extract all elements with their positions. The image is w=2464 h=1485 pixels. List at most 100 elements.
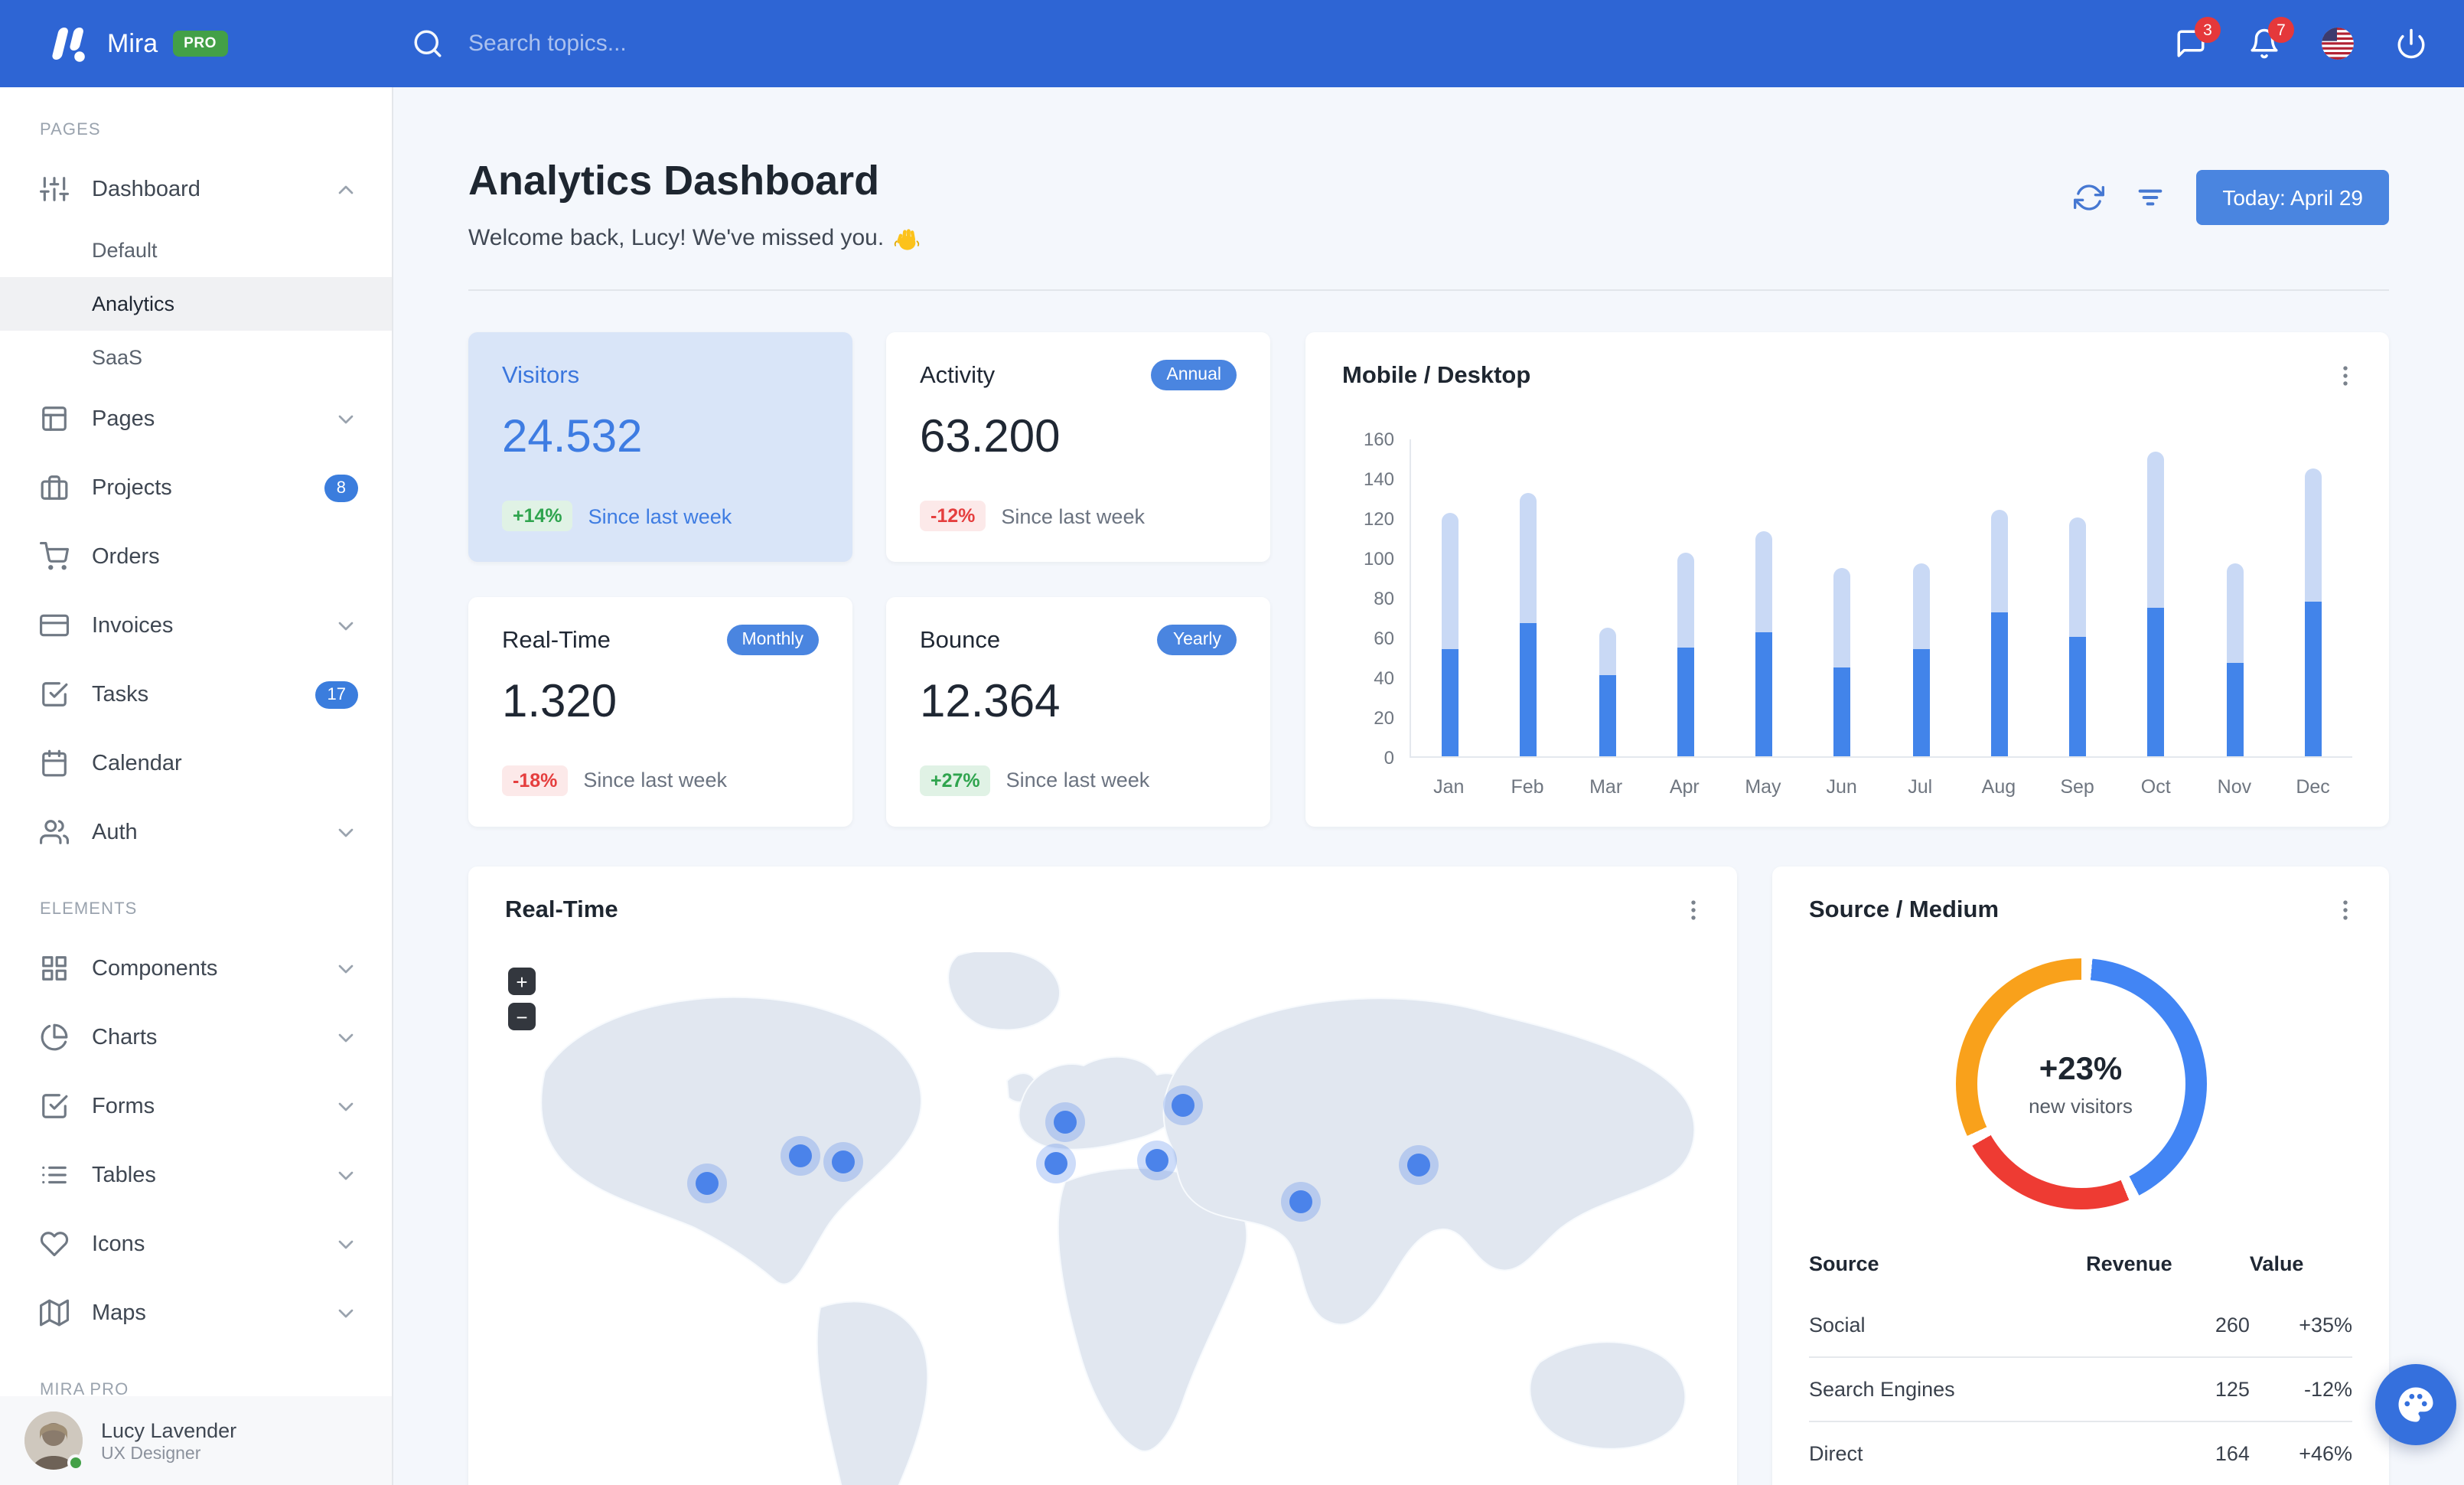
sidebar-item-pages[interactable]: Pages xyxy=(0,384,392,453)
sidebar-nav: PAGES Dashboard Default Analytics SaaS Pages P… xyxy=(0,87,392,1415)
date-button[interactable]: Today: April 29 xyxy=(2196,170,2389,225)
map-north-america xyxy=(540,996,922,1285)
y-tick: 60 xyxy=(1374,628,1394,649)
more-vertical-icon[interactable] xyxy=(2326,891,2365,929)
logout-button[interactable] xyxy=(2395,28,2427,60)
zoom-in-button[interactable]: + xyxy=(508,968,536,995)
delta-badge: +14% xyxy=(502,501,573,531)
sidebar-item-tasks[interactable]: Tasks 17 xyxy=(0,660,392,729)
navbar-actions: 3 7 xyxy=(2175,17,2464,60)
stat-card-header: Activity Annual xyxy=(920,360,1237,390)
chevron-down-icon xyxy=(334,406,358,431)
bar-mobile-segment xyxy=(1833,667,1851,756)
search-input[interactable] xyxy=(465,29,924,58)
cell-revenue: 164 xyxy=(2086,1421,2250,1485)
bar-mobile-segment xyxy=(1990,612,2008,756)
bottom-grid: Real-Time + − Source / Medium +23% new v… xyxy=(468,867,2389,1485)
top-navbar: Mira PRO 3 7 xyxy=(0,0,2464,87)
mobile-desktop-card: Mobile / Desktop 0 20 40 60 80 100 120 140 160 J… xyxy=(1305,332,2389,827)
sidebar-section-label: ELEMENTS xyxy=(40,900,138,919)
stat-value: 12.364 xyxy=(920,676,1061,726)
sidebar-item-auth[interactable]: Auth xyxy=(0,798,392,867)
sidebar-subitem-analytics[interactable]: Analytics xyxy=(0,277,392,331)
col-value: Value xyxy=(2249,1252,2304,1275)
sidebar-item-calendar[interactable]: Calendar xyxy=(0,729,392,798)
bar-mobile-segment xyxy=(1599,674,1616,756)
cart-icon xyxy=(40,542,69,571)
y-tick: 100 xyxy=(1363,548,1394,570)
more-vertical-icon[interactable] xyxy=(1674,891,1713,929)
sidebar-item-label: Auth xyxy=(92,820,138,844)
donut-center-label: new visitors xyxy=(2029,1094,2133,1117)
sidebar-item-forms[interactable]: Forms xyxy=(0,1072,392,1141)
stat-card-visitors: Visitors 24.532 +14% Since last week xyxy=(468,332,852,562)
sidebar-item-charts[interactable]: Charts xyxy=(0,1003,392,1072)
y-tick: 80 xyxy=(1374,588,1394,609)
stat-note: Since last week xyxy=(588,504,732,527)
sidebar-item-components[interactable]: Components xyxy=(0,934,392,1003)
sidebar-item-icons[interactable]: Icons xyxy=(0,1209,392,1278)
x-tick: Dec xyxy=(2296,776,2330,798)
sidebar-item-dashboard[interactable]: Dashboard xyxy=(0,155,392,224)
navbar-search xyxy=(412,28,924,60)
period-badge: Yearly xyxy=(1157,624,1237,654)
messages-button[interactable]: 3 xyxy=(2175,17,2221,60)
chevron-down-icon xyxy=(334,1301,358,1325)
sidebar-section-label: PAGES xyxy=(40,121,101,139)
source-table-header: Source Revenue Value xyxy=(1809,1240,2352,1294)
donut-center-value: +23% xyxy=(2039,1051,2123,1086)
stat-card-title: Real-Time xyxy=(502,627,611,653)
sidebar-item-label: Charts xyxy=(92,1025,158,1049)
bar-desktop-segment xyxy=(1520,493,1537,623)
sidebar-item-invoices[interactable]: Invoices xyxy=(0,591,392,660)
check-square-icon xyxy=(40,680,69,709)
map-europe xyxy=(1018,1056,1189,1150)
world-map[interactable] xyxy=(468,949,1737,1485)
sidebar: PAGES Dashboard Default Analytics SaaS Pages P… xyxy=(0,87,393,1485)
cell-revenue: 260 xyxy=(2215,1314,2250,1336)
stat-card-header: Real-Time Monthly xyxy=(502,624,819,654)
sidebar-count-badge: 17 xyxy=(315,680,358,708)
x-tick: Jan xyxy=(1433,776,1465,798)
bar-jul xyxy=(1912,563,1930,756)
y-tick: 140 xyxy=(1363,468,1394,490)
zoom-out-button[interactable]: − xyxy=(508,1003,536,1030)
map-marker xyxy=(696,1172,719,1195)
table-row-direct: Direct 164 +46% xyxy=(1809,1421,2352,1485)
sidebar-item-projects[interactable]: Projects 8 xyxy=(0,453,392,522)
more-vertical-icon[interactable] xyxy=(2326,357,2365,395)
bar-desktop-segment xyxy=(2304,468,2322,602)
bar-oct xyxy=(2147,452,2165,756)
refresh-icon[interactable] xyxy=(2074,182,2105,213)
map-greenland xyxy=(947,949,1061,1031)
sidebar-item-maps[interactable]: Maps xyxy=(0,1278,392,1347)
map-marker xyxy=(832,1150,855,1173)
check-square-icon xyxy=(40,1092,69,1121)
filter-icon[interactable] xyxy=(2135,182,2166,213)
bar-mobile-segment xyxy=(2304,601,2322,756)
map-marker xyxy=(1146,1149,1168,1172)
x-tick: Mar xyxy=(1589,776,1623,798)
navbar-left: Mira PRO xyxy=(0,25,2175,62)
bar-mobile-segment xyxy=(2226,662,2244,756)
language-button[interactable] xyxy=(2322,28,2354,60)
y-tick: 120 xyxy=(1363,508,1394,530)
sidebar-item-label: Pages xyxy=(92,406,155,431)
page-title: Analytics Dashboard xyxy=(468,158,880,204)
bar-nov xyxy=(2226,563,2244,756)
stat-cards: Visitors 24.532 +14% Since last week Activit… xyxy=(468,332,1270,827)
brand-logo[interactable]: Mira PRO xyxy=(0,25,350,62)
sidebar-user[interactable]: Lucy Lavender UX Designer xyxy=(0,1396,392,1485)
source-medium-card: Source / Medium +23% new visitors Source… xyxy=(1772,867,2389,1485)
stat-card-title: Visitors xyxy=(502,363,580,389)
notifications-count-badge: 7 xyxy=(2268,17,2294,43)
chevron-down-icon xyxy=(334,820,358,844)
realtime-map-card: Real-Time + − xyxy=(468,867,1737,1485)
map-australia xyxy=(1529,1341,1687,1450)
sidebar-subitem-saas[interactable]: SaaS xyxy=(0,331,392,384)
theme-settings-fab[interactable] xyxy=(2375,1364,2456,1445)
notifications-button[interactable]: 7 xyxy=(2248,17,2294,60)
sidebar-subitem-default[interactable]: Default xyxy=(0,224,392,277)
sidebar-item-tables[interactable]: Tables xyxy=(0,1141,392,1209)
sidebar-item-orders[interactable]: Orders xyxy=(0,522,392,591)
